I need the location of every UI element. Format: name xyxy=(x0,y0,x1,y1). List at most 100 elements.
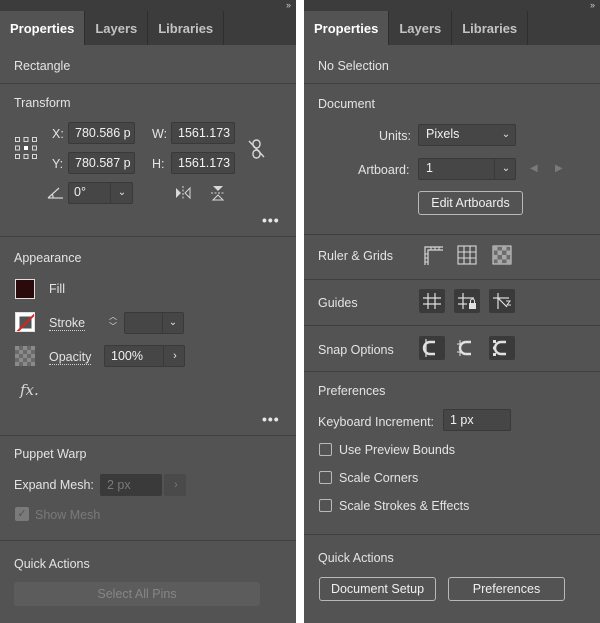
snap-options-label: Snap Options xyxy=(318,343,394,357)
keyboard-increment-input[interactable]: 1 px xyxy=(443,409,511,431)
ruler-grids-label: Ruler & Grids xyxy=(318,249,394,263)
show-guides-icon[interactable] xyxy=(419,289,445,313)
tab-layers[interactable]: Layers xyxy=(85,11,149,45)
quick-actions-title: Quick Actions xyxy=(318,551,394,565)
document-setup-button[interactable]: Document Setup xyxy=(319,577,436,601)
rotation-value: 0° xyxy=(74,185,86,199)
collapse-panel-icon[interactable]: ›› xyxy=(590,0,595,10)
flip-vertical-icon[interactable] xyxy=(209,184,227,202)
preferences-title: Preferences xyxy=(318,384,386,398)
fill-label: Fill xyxy=(49,282,65,296)
reference-point-icon[interactable] xyxy=(14,136,38,160)
more-options-icon[interactable]: ••• xyxy=(262,411,280,427)
stroke-weight-dropdown[interactable]: ⌄ xyxy=(124,312,184,334)
panel-tabs: Properties Layers Libraries xyxy=(0,11,296,45)
expand-mesh-label: Expand Mesh: xyxy=(14,478,94,492)
h-label: H: xyxy=(152,157,165,171)
tab-libraries[interactable]: Libraries xyxy=(148,11,225,45)
opacity-slider-button[interactable]: › xyxy=(163,345,185,367)
scale-corners-label: Scale Corners xyxy=(339,471,419,485)
units-dropdown[interactable]: Pixels ⌄ xyxy=(418,124,516,146)
divider xyxy=(0,83,296,84)
tab-properties[interactable]: Properties xyxy=(0,11,86,45)
panel-header-strip xyxy=(0,0,296,11)
collapse-panel-icon[interactable]: ›› xyxy=(286,0,291,10)
w-label: W: xyxy=(152,127,168,141)
preferences-button[interactable]: Preferences xyxy=(448,577,565,601)
stroke-label[interactable]: Stroke xyxy=(49,316,86,331)
flip-horizontal-icon[interactable] xyxy=(174,184,192,202)
transparency-grid-icon[interactable] xyxy=(491,244,513,266)
show-mesh-checkbox[interactable]: ✓ xyxy=(15,507,29,521)
panel-tabs: Properties Layers Libraries xyxy=(304,11,600,45)
expand-mesh-slider-button[interactable]: › xyxy=(164,474,186,496)
object-type-label: Rectangle xyxy=(14,59,71,73)
chevron-down-icon: ⌄ xyxy=(117,187,127,198)
artboard-dropdown[interactable]: 1 ⌄ xyxy=(418,158,516,180)
scale-strokes-effects-checkbox[interactable] xyxy=(319,499,332,512)
width-input[interactable]: 1561.173 xyxy=(171,122,235,144)
document-title: Document xyxy=(318,97,375,111)
divider xyxy=(0,435,296,436)
divider xyxy=(0,236,296,237)
grid-icon[interactable] xyxy=(456,244,478,266)
chevron-right-icon: › xyxy=(173,350,177,362)
scale-corners-checkbox[interactable] xyxy=(319,471,332,484)
x-input[interactable]: 780.586 p xyxy=(68,122,135,144)
previous-artboard-icon[interactable]: ◀ xyxy=(530,163,538,174)
fill-swatch[interactable] xyxy=(15,279,35,299)
properties-panel-right: ›› Properties Layers Libraries No Select… xyxy=(304,0,600,623)
selection-status: No Selection xyxy=(318,59,389,73)
opacity-label[interactable]: Opacity xyxy=(49,350,92,365)
opacity-checker-icon xyxy=(15,346,35,366)
divider xyxy=(0,540,296,541)
opacity-input[interactable]: 100% xyxy=(104,345,164,367)
rotate-angle-icon xyxy=(47,186,65,200)
y-input[interactable]: 780.587 p xyxy=(68,152,135,174)
expand-mesh-input[interactable]: 2 px xyxy=(100,474,162,496)
show-mesh-label: Show Mesh xyxy=(35,508,101,522)
transform-title: Transform xyxy=(14,96,71,110)
effects-fx-icon[interactable]: fx. xyxy=(20,381,39,399)
puppet-warp-title: Puppet Warp xyxy=(14,447,87,461)
divider xyxy=(304,234,600,235)
keyboard-increment-label: Keyboard Increment: xyxy=(318,415,435,429)
stroke-weight-stepper[interactable]: ︿ ﹀ xyxy=(106,312,120,334)
next-artboard-icon[interactable]: ▶ xyxy=(555,163,563,174)
quick-actions-title: Quick Actions xyxy=(14,557,90,571)
divider xyxy=(304,83,600,84)
panel-header-strip xyxy=(304,0,600,11)
select-all-pins-button[interactable]: Select All Pins xyxy=(14,582,260,606)
edit-artboards-button[interactable]: Edit Artboards xyxy=(418,191,523,215)
divider xyxy=(304,279,600,280)
tab-libraries[interactable]: Libraries xyxy=(452,11,529,45)
height-input[interactable]: 1561.173 xyxy=(171,152,235,174)
tab-properties[interactable]: Properties xyxy=(304,11,390,45)
units-value: Pixels xyxy=(426,127,460,141)
appearance-title: Appearance xyxy=(14,251,82,265)
divider xyxy=(304,325,600,326)
snap-to-grid-icon[interactable] xyxy=(454,336,480,360)
y-label: Y: xyxy=(52,157,64,171)
scale-strokes-effects-label: Scale Strokes & Effects xyxy=(339,499,470,513)
lock-guides-icon[interactable] xyxy=(454,289,480,313)
chevron-down-icon: ⌄ xyxy=(501,163,511,174)
more-options-icon[interactable]: ••• xyxy=(262,212,280,228)
constrain-proportions-icon[interactable] xyxy=(247,138,267,160)
smart-guides-icon[interactable] xyxy=(489,289,515,313)
chevron-down-icon: ⌄ xyxy=(168,317,178,328)
stroke-swatch[interactable] xyxy=(15,312,35,332)
use-preview-bounds-label: Use Preview Bounds xyxy=(339,443,456,457)
use-preview-bounds-checkbox[interactable] xyxy=(319,443,332,456)
divider xyxy=(304,534,600,535)
guides-label: Guides xyxy=(318,296,358,310)
snap-to-pixel-icon[interactable] xyxy=(489,336,515,360)
ruler-icon[interactable] xyxy=(422,244,444,266)
properties-panel-left: ›› Properties Layers Libraries Rectangle… xyxy=(0,0,296,623)
artboard-label: Artboard: xyxy=(358,163,410,177)
x-label: X: xyxy=(52,127,64,141)
snap-to-point-icon[interactable] xyxy=(419,336,445,360)
tab-layers[interactable]: Layers xyxy=(389,11,453,45)
divider xyxy=(304,371,600,372)
rotation-dropdown[interactable]: 0° ⌄ xyxy=(68,182,133,204)
